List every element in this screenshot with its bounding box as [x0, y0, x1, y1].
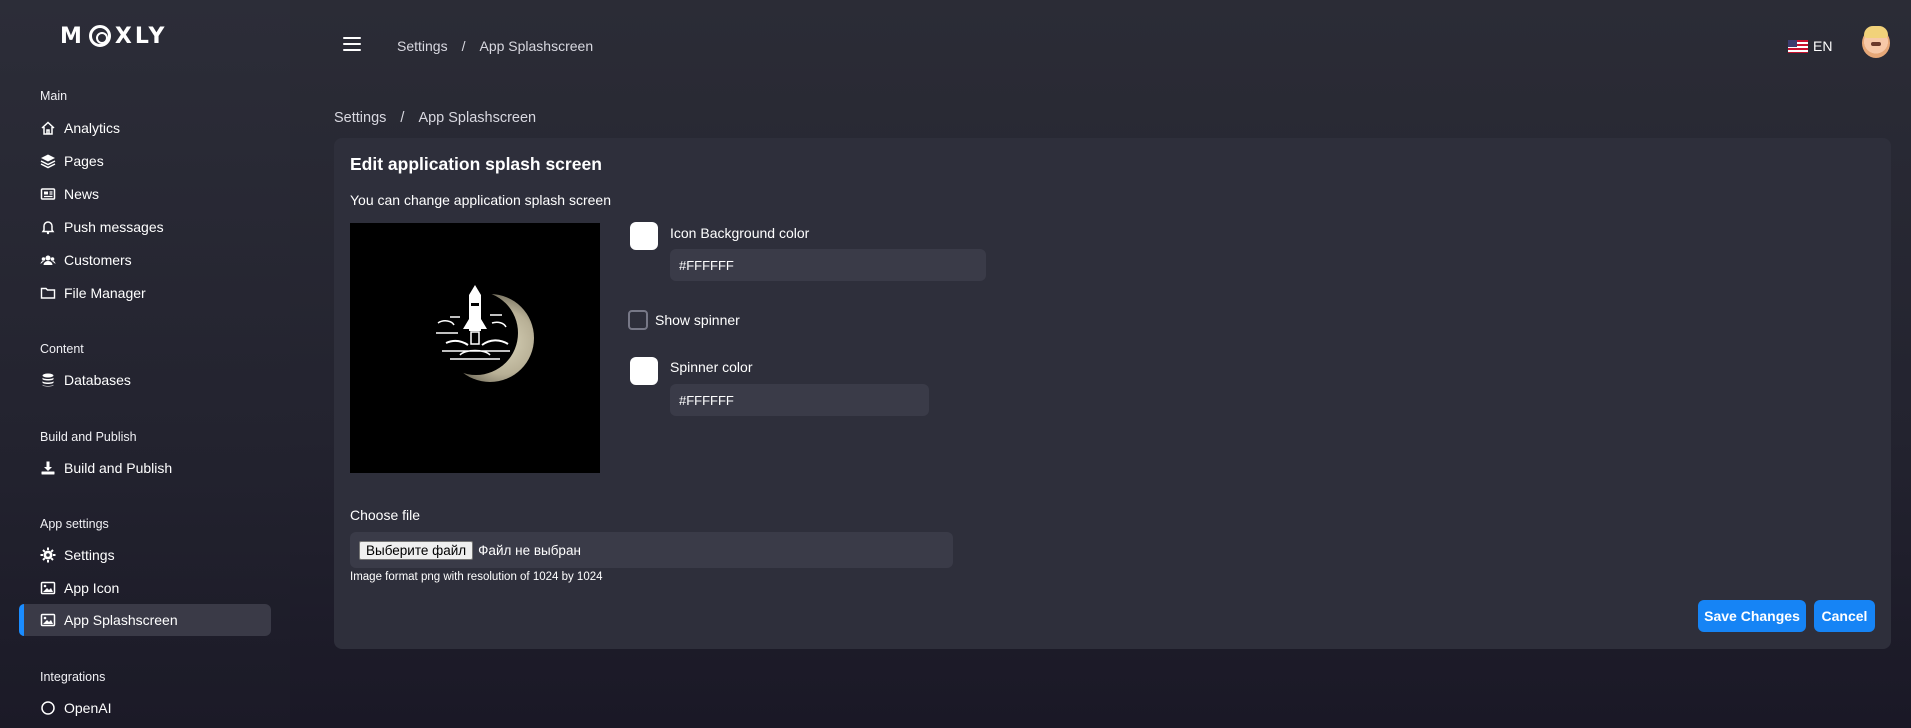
download-icon [40, 460, 56, 476]
page-subtitle: You can change application splash screen [350, 192, 612, 208]
rocket-moon-illustration [434, 285, 534, 382]
splash-settings-card: Edit application splash screen You can c… [334, 138, 1891, 649]
logo-text-left: M [60, 23, 85, 49]
sidebar-item-label: Pages [64, 153, 104, 169]
breadcrumb-settings-link[interactable]: Settings [397, 38, 448, 54]
file-input[interactable]: Выберите файл Файл не выбран [350, 532, 953, 568]
sidebar-item-label: Push messages [64, 219, 164, 235]
home-icon [40, 120, 56, 136]
page-breadcrumb-separator: / [400, 110, 405, 126]
section-title-content: Content [40, 342, 84, 356]
sidebar-item-label: OpenAI [64, 700, 112, 716]
file-format-hint: Image format png with resolution of 1024… [350, 571, 603, 583]
sidebar-item-file-manager[interactable]: File Manager [19, 277, 271, 309]
save-changes-button[interactable]: Save Changes [1698, 600, 1806, 632]
sidebar-item-label: Databases [64, 372, 131, 388]
language-selector[interactable]: EN [1788, 38, 1832, 54]
file-status-text: Файл не выбран [478, 542, 581, 558]
sidebar: M XLY Main Analytics Pages News Push mes… [0, 0, 290, 728]
choose-file-label: Choose file [350, 507, 421, 523]
sidebar-item-label: Customers [64, 252, 132, 268]
cancel-button[interactable]: Cancel [1814, 600, 1875, 632]
bell-icon [40, 219, 56, 235]
gear-icon [40, 547, 56, 563]
layers-icon [40, 153, 56, 169]
icon-bg-color-swatch[interactable] [630, 222, 658, 250]
header-breadcrumb: Settings / App Splashscreen [397, 38, 593, 54]
section-title-build: Build and Publish [40, 430, 137, 444]
users-icon [40, 252, 56, 268]
sidebar-item-label: App Splashscreen [64, 612, 178, 628]
page-breadcrumb-settings-link[interactable]: Settings [334, 110, 386, 126]
sidebar-item-pages[interactable]: Pages [19, 145, 271, 177]
logo-o-icon [88, 25, 111, 47]
sidebar-item-label: News [64, 186, 100, 202]
folder-icon [40, 285, 56, 301]
sidebar-item-analytics[interactable]: Analytics [19, 112, 271, 144]
hamburger-line [343, 37, 361, 39]
breadcrumb-current: App Splashscreen [479, 38, 594, 54]
sidebar-item-app-splashscreen[interactable]: App Splashscreen [19, 604, 271, 636]
image-icon [40, 612, 56, 628]
sidebar-item-news[interactable]: News [19, 178, 271, 210]
icon-bg-color-label: Icon Background color [670, 225, 810, 241]
spinner-color-swatch[interactable] [630, 357, 658, 385]
choose-file-button[interactable]: Выберите файл [359, 540, 474, 560]
language-label: EN [1813, 38, 1833, 54]
moxly-logo[interactable]: M XLY [60, 20, 167, 52]
sidebar-item-label: Settings [64, 547, 115, 563]
sidebar-item-build-and-publish[interactable]: Build and Publish [19, 452, 271, 484]
section-title-integrations: Integrations [40, 670, 106, 684]
splash-preview-image [350, 223, 600, 473]
sidebar-item-settings[interactable]: Settings [19, 539, 271, 571]
icon-bg-color-input[interactable]: #FFFFFF [670, 249, 986, 281]
breadcrumb-separator: / [461, 38, 466, 54]
section-title-app-settings: App settings [40, 517, 109, 531]
sidebar-item-push-messages[interactable]: Push messages [19, 211, 271, 243]
sidebar-item-label: File Manager [64, 285, 146, 301]
page-breadcrumb: Settings / App Splashscreen [334, 110, 536, 126]
page-title: Edit application splash screen [350, 154, 602, 174]
section-title-main: Main [40, 89, 68, 103]
sidebar-item-customers[interactable]: Customers [19, 244, 271, 276]
spinner-color-input[interactable]: #FFFFFF [670, 384, 929, 416]
menu-toggle-button[interactable] [343, 37, 361, 51]
sidebar-item-label: Build and Publish [64, 460, 173, 476]
database-icon [40, 372, 56, 388]
sidebar-item-label: Analytics [64, 120, 121, 136]
page-breadcrumb-current: App Splashscreen [418, 110, 537, 126]
logo-text-right: XLY [114, 23, 168, 49]
avatar[interactable] [1862, 26, 1890, 58]
show-spinner-checkbox[interactable] [628, 310, 648, 330]
hamburger-line [343, 49, 361, 51]
openai-icon [40, 700, 56, 716]
spinner-color-label: Spinner color [670, 359, 753, 375]
sidebar-item-label: App Icon [64, 580, 120, 596]
hamburger-line [343, 43, 361, 45]
sidebar-item-databases[interactable]: Databases [19, 364, 271, 396]
sidebar-item-openai[interactable]: OpenAI [19, 692, 271, 724]
newspaper-icon [40, 186, 56, 202]
sidebar-item-app-icon[interactable]: App Icon [19, 572, 271, 604]
show-spinner-label: Show spinner [655, 312, 740, 328]
image-icon [40, 580, 56, 596]
us-flag-icon [1788, 39, 1808, 53]
